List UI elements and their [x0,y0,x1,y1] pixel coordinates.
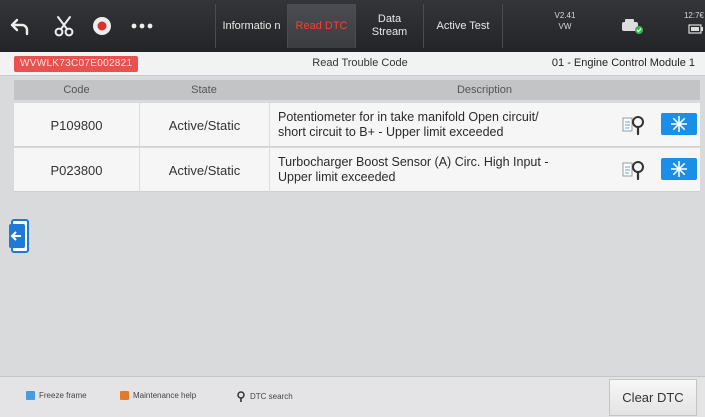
table-header: Code State Description [14,80,700,100]
freeze-frame-button[interactable] [661,158,697,180]
dtc-search-button[interactable] [622,113,646,137]
clear-dtc-button[interactable]: Clear DTC [609,379,697,416]
table-row[interactable]: P109800 Active/Static Potentiometer for … [14,103,700,147]
header-description: Description [456,84,513,96]
description-line: Turbocharger Boost Sensor (A) Circ. High… [278,155,549,169]
dtc-description: Turbocharger Boost Sensor (A) Circ. High… [270,148,620,192]
dtc-code: P109800 [50,117,103,133]
header-code: Code [63,84,90,96]
description-line: short circuit to B+ - Upper limit exceed… [278,125,504,139]
version-label: V2.41 [554,11,576,20]
freeze-frame-icon [26,391,35,400]
tab-data-stream[interactable]: Data Stream [355,4,423,48]
tab-read-dtc[interactable]: Read DTC [287,4,355,48]
page-title: Read Trouble Code [312,57,408,69]
legend-label: Freeze frame [39,391,87,400]
scissors-icon[interactable] [50,12,78,40]
description-line: Potentiometer for in take manifold Open … [278,110,539,124]
record-icon[interactable] [88,12,116,40]
table-row[interactable]: P023800 Active/Static Turbocharger Boost… [14,148,700,192]
battery-icon [676,24,704,34]
top-toolbar: Informatio n Read DTC Data Stream Active… [0,0,705,52]
dtc-search-icon [237,391,245,402]
vehicle-status-icon [618,12,646,40]
legend-maintenance-help: Maintenance help [120,391,196,400]
bottom-bar: Freeze frame Maintenance help DTC search… [0,376,705,417]
time-label: 12:7€ [683,11,704,20]
tab-active-test[interactable]: Active Test [423,4,503,48]
clock: 12:7€ [676,10,704,34]
tab-information[interactable]: Informatio n [215,4,287,48]
version-info: V2.41 VW [548,10,582,32]
legend-label: Maintenance help [133,391,197,400]
info-bar: WVWLK73C07E002821 Read Trouble Code 01 -… [0,52,705,76]
side-panel-toggle[interactable] [8,216,30,256]
dtc-code: P023800 [50,162,103,178]
module-name: 01 - Engine Control Module 1 [551,57,695,69]
make-label: VW [558,22,572,31]
freeze-frame-button[interactable] [661,113,697,135]
dtc-state: Active/Static [168,117,241,133]
dtc-search-button[interactable] [622,158,646,182]
legend-freeze-frame: Freeze frame [26,391,87,400]
vin-badge: WVWLK73C07E002821 [14,56,139,72]
legend-dtc-search: DTC search [236,391,293,402]
more-icon[interactable] [128,12,156,40]
legend-label: DTC search [250,392,293,401]
header-state: State [191,84,217,96]
dtc-state: Active/Static [168,162,241,178]
description-line: Upper limit exceeded [278,170,396,184]
maintenance-help-icon [120,391,129,400]
back-arrow-icon[interactable] [6,12,34,40]
dtc-description: Potentiometer for in take manifold Open … [270,103,620,147]
